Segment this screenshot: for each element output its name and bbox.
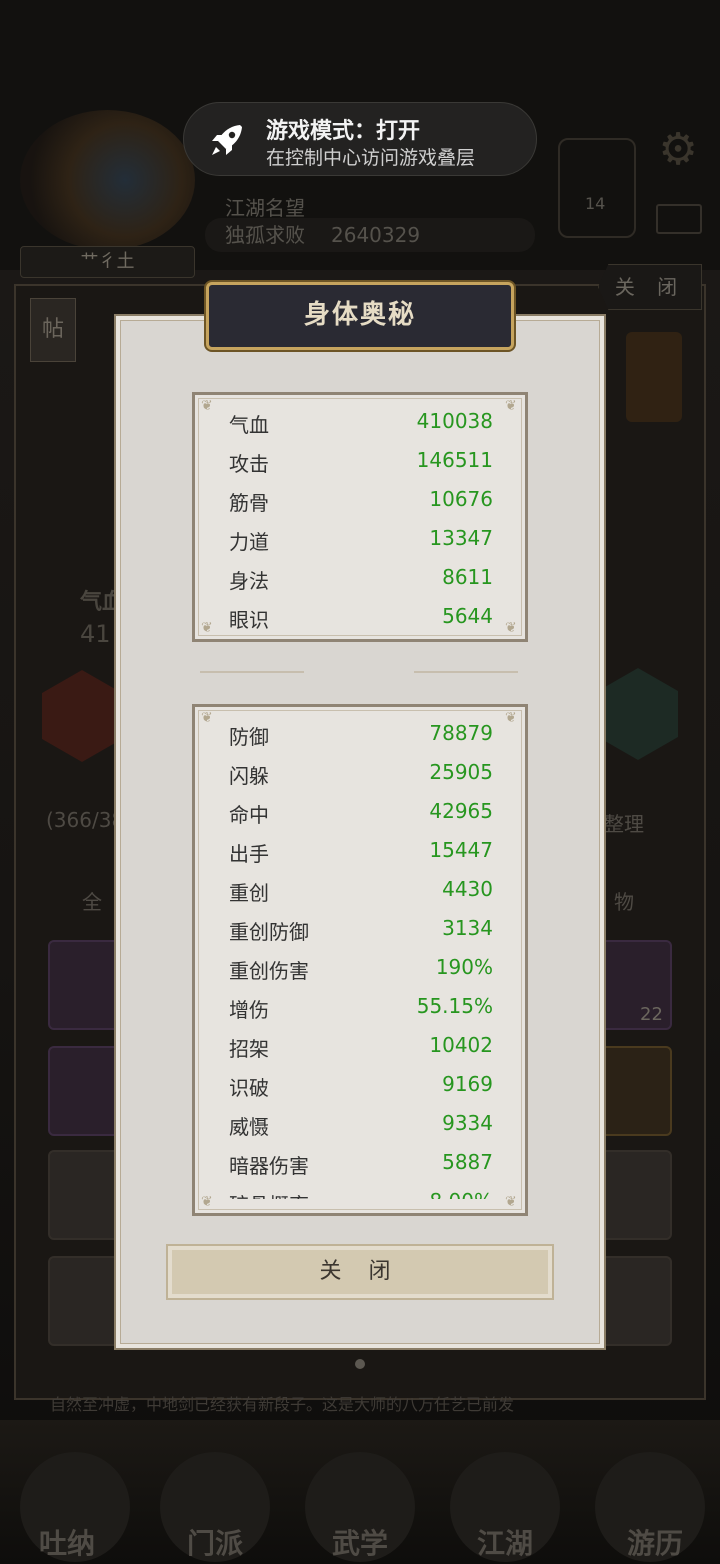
stat-label: 暗器伤害 xyxy=(229,1154,309,1178)
stat-row-hidden-weapon-damage: 暗器伤害 5887 xyxy=(229,1144,493,1183)
post-button[interactable]: 帖 xyxy=(30,298,76,362)
stat-label: 重创 xyxy=(229,881,269,905)
stat-label: 重创防御 xyxy=(229,920,309,944)
stat-value: 5887 xyxy=(442,1150,493,1174)
stat-row-accuracy: 命中 42965 xyxy=(229,793,493,832)
stat-label: 防御 xyxy=(229,725,269,749)
stat-value: 146511 xyxy=(416,448,493,472)
stat-value: 13347 xyxy=(429,526,493,550)
corner-ornament: ❦ xyxy=(201,398,213,414)
stat-label: 出手 xyxy=(229,842,269,866)
game-mode-toast: 游戏模式：打开 在控制中心访问游戏叠层 xyxy=(183,102,537,176)
filter-item-tab[interactable]: 物 xyxy=(614,886,634,915)
modal-title: 身体奥秘 xyxy=(206,282,514,350)
stat-value: 9334 xyxy=(442,1111,493,1135)
stat-value: 42965 xyxy=(429,799,493,823)
stat-value: 410038 xyxy=(416,409,493,433)
ornament-divider-right xyxy=(414,671,518,673)
stat-row-dodge: 闪躲 25905 xyxy=(229,754,493,793)
combat-stats-panel: ❦ ❦ ❦ ❦ 防御 78879 闪躲 25905 命中 42965 出手 15447 … xyxy=(192,704,528,1216)
corner-ornament: ❦ xyxy=(505,620,517,636)
page-indicator xyxy=(355,1359,365,1369)
stat-row-critical-defense: 重创防御 3134 xyxy=(229,910,493,949)
stat-label: 力道 xyxy=(229,530,269,554)
item-count-badge: 22 xyxy=(640,1004,663,1025)
stat-row-attack: 攻击 146511 xyxy=(229,442,493,481)
stat-value: 4430 xyxy=(442,877,493,901)
tab-label-menpai: 门派 xyxy=(186,1527,243,1560)
stat-label: 命中 xyxy=(229,803,269,827)
reputation-box: 江湖名望 独孤求败 2640329 xyxy=(205,188,535,258)
stat-label: 眼识 xyxy=(229,608,269,632)
stat-row-intimidation: 威慑 9334 xyxy=(229,1105,493,1144)
basic-stats-panel: ❦ ❦ ❦ ❦ 气血 410038 攻击 146511 筋骨 10676 力道 1334… xyxy=(192,392,528,642)
stat-label: 攻击 xyxy=(229,452,269,476)
player-name: 艹彳土 xyxy=(20,246,195,278)
toast-title: 游戏模式：打开 xyxy=(266,119,421,144)
stat-value: 5644 xyxy=(442,604,493,628)
stat-row-bone-break-chance: 碎骨概率 8.00% xyxy=(229,1183,493,1199)
stat-label: 闪躲 xyxy=(229,764,269,788)
combat-stats-scroll[interactable]: 防御 78879 闪躲 25905 命中 42965 出手 15447 重创 4430 重… xyxy=(195,707,525,1199)
player-avatar[interactable] xyxy=(20,110,195,250)
stat-label: 识破 xyxy=(229,1076,269,1100)
stat-value: 15447 xyxy=(429,838,493,862)
tab-label-wuxue: 武学 xyxy=(331,1527,388,1560)
tab-label-youli: 游历 xyxy=(626,1527,683,1560)
yin-yang-badge[interactable] xyxy=(558,138,636,238)
reputation-bar: 独孤求败 2640329 xyxy=(205,218,535,252)
ornament-divider-left xyxy=(200,671,304,673)
tab-label-tuna: 吐纳 xyxy=(38,1527,95,1560)
gear-icon[interactable]: ⚙ xyxy=(654,126,702,174)
stat-value: 190% xyxy=(435,955,493,979)
stat-value: 55.15% xyxy=(416,994,493,1018)
stat-row-speed: 出手 15447 xyxy=(229,832,493,871)
stat-row-damage-boost: 增伤 55.15% xyxy=(229,988,493,1027)
stat-label: 招架 xyxy=(229,1037,269,1061)
reputation-label: 江湖名望 xyxy=(225,196,305,220)
reputation-value: 2640329 xyxy=(331,223,421,247)
stat-row-strength: 力道 13347 xyxy=(229,520,493,559)
stat-label: 筋骨 xyxy=(229,491,269,515)
stat-value: 3134 xyxy=(442,916,493,940)
stat-label: 增伤 xyxy=(229,998,269,1022)
stat-value: 8611 xyxy=(442,565,493,589)
stat-value: 9169 xyxy=(442,1072,493,1096)
stat-value: 10402 xyxy=(429,1033,493,1057)
corner-ornament: ❦ xyxy=(505,398,517,414)
toast-subtitle: 在控制中心访问游戏叠层 xyxy=(266,147,476,169)
rocket-icon xyxy=(212,125,242,155)
corner-ornament: ❦ xyxy=(201,620,213,636)
mail-icon[interactable] xyxy=(656,204,702,234)
stat-row-hp: 气血 410038 xyxy=(229,403,493,442)
stat-row-critical-damage: 重创伤害 190% xyxy=(229,949,493,988)
stat-value: 10676 xyxy=(429,487,493,511)
stat-label: 威慑 xyxy=(229,1115,269,1139)
stat-row-constitution: 筋骨 10676 xyxy=(229,481,493,520)
level-badge-number: 14 xyxy=(585,194,606,213)
stat-row-agility: 身法 8611 xyxy=(229,559,493,598)
stat-value: 25905 xyxy=(429,760,493,784)
reputation-title: 独孤求败 xyxy=(225,223,305,247)
medal-icon[interactable] xyxy=(626,332,682,422)
stat-label: 碎骨概率 xyxy=(229,1189,309,1199)
stat-row-perception: 眼识 5644 xyxy=(229,598,493,637)
stat-label: 重创伤害 xyxy=(229,959,309,983)
background-stat-value: 41 xyxy=(80,620,111,648)
stat-value: 78879 xyxy=(429,721,493,745)
background-close-button[interactable]: 关 闭 xyxy=(598,264,702,310)
stat-value: 8.00% xyxy=(429,1189,493,1199)
bag-count: (366/38 xyxy=(46,808,125,832)
stat-row-critical: 重创 4430 xyxy=(229,871,493,910)
filter-all-tab[interactable]: 全 xyxy=(82,886,102,915)
stat-label: 身法 xyxy=(229,569,269,593)
stat-row-parry: 招架 10402 xyxy=(229,1027,493,1066)
stat-row-defense: 防御 78879 xyxy=(229,715,493,754)
modal-close-button[interactable]: 关 闭 xyxy=(166,1244,554,1300)
stat-row-insight: 识破 9169 xyxy=(229,1066,493,1105)
stat-label: 气血 xyxy=(229,413,269,437)
scrolling-story-text: 自然至冲虚，中地剑已经获有新段子。这是大师的八万任艺已前发 xyxy=(50,1395,515,1414)
arrange-button[interactable]: 整理 xyxy=(604,808,644,837)
tab-label-jianghu: 江湖 xyxy=(476,1527,533,1560)
